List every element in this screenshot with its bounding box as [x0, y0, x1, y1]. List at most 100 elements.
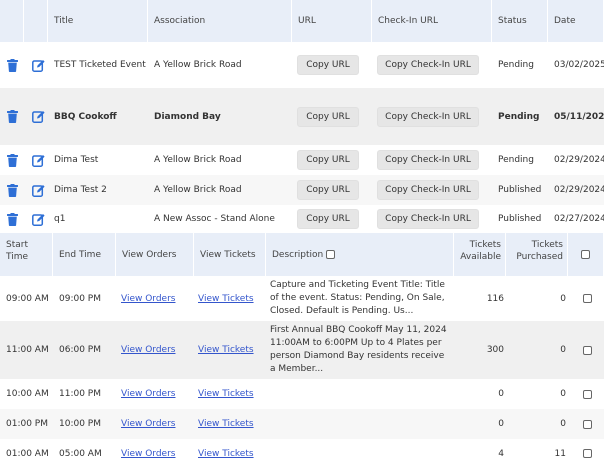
edit-cell [31, 205, 45, 233]
tickets-available: 4 [498, 448, 504, 459]
copy-url-button[interactable]: Copy URL [297, 106, 359, 127]
row-select-checkbox[interactable] [582, 294, 592, 303]
copy-checkin-url-button[interactable]: Copy Check-In URL [377, 106, 479, 127]
header-tickets-purchased[interactable]: Tickets Purchased [506, 233, 568, 276]
header-end-time[interactable]: End Time [53, 233, 116, 276]
tickets-purchased: 0 [560, 345, 566, 355]
tickets-available: 300 [486, 345, 504, 355]
event-row: Dima Test A Yellow Brick Road Copy URL Copy… [0, 145, 604, 175]
tickets-available: 116 [486, 293, 504, 304]
delete-cell [5, 205, 19, 233]
view-orders-link[interactable]: View Orders [121, 345, 175, 355]
row-select-checkbox[interactable] [582, 389, 592, 399]
tickets-purchased: 0 [560, 389, 566, 399]
copy-checkin-url-button[interactable]: Copy Check-In URL [377, 150, 479, 170]
edit-icon[interactable] [31, 212, 45, 226]
event-description: First Annual BBQ Cookoff May 11, 2024 11… [270, 325, 447, 374]
copy-url-button[interactable]: Copy URL [297, 209, 359, 229]
description-checkbox[interactable] [326, 250, 336, 259]
event-title: q1 [54, 214, 66, 224]
row-select-checkbox[interactable] [582, 345, 592, 355]
header-title[interactable]: Title [48, 0, 148, 42]
header-start-time[interactable]: Start Time [0, 233, 53, 276]
edit-cell [31, 42, 45, 88]
event-title: Dima Test 2 [54, 185, 107, 195]
select-all-checkbox[interactable] [581, 250, 590, 259]
header-start-time-line2: Time [6, 252, 29, 262]
view-tickets-link[interactable]: View Tickets [198, 345, 254, 355]
detail-row: 10:00 AM 11:00 PM View Orders View Tickets 0… [0, 379, 604, 409]
row-select-checkbox[interactable] [582, 419, 592, 429]
event-date: 05/11/2024 [554, 111, 604, 122]
edit-icon[interactable] [31, 58, 45, 72]
header-tickets-available[interactable]: Tickets Available [454, 233, 506, 276]
copy-checkin-url-button[interactable]: Copy Check-In URL [377, 55, 479, 75]
end-time: 11:00 PM [59, 389, 101, 399]
view-tickets-link[interactable]: View Tickets [198, 294, 254, 304]
event-status: Pending [498, 111, 540, 122]
end-time: 06:00 PM [59, 345, 101, 355]
tickets-purchased: 11 [554, 448, 566, 459]
tickets-purchased: 0 [560, 293, 566, 304]
detail-row: 11:00 AM 06:00 PM View Orders View Tickets F… [0, 321, 604, 379]
edit-icon[interactable] [31, 110, 45, 124]
header-checkin-url: Check-In URL [372, 0, 492, 42]
copy-checkin-url-button[interactable]: Copy Check-In URL [377, 209, 479, 229]
start-time: 11:00 AM [6, 345, 49, 355]
view-tickets-link[interactable]: View Tickets [198, 419, 254, 429]
tickets-purchased: 0 [560, 419, 566, 429]
header-tickets-available-line2: Available [460, 252, 501, 262]
header-url: URL [292, 0, 372, 42]
header-description: Description [266, 233, 454, 276]
event-status: Published [498, 214, 542, 224]
view-orders-link[interactable]: View Orders [121, 449, 175, 459]
event-date: 02/29/2024 [554, 185, 604, 195]
edit-cell [31, 145, 45, 175]
header-view-orders: View Orders [116, 233, 194, 276]
view-orders-link[interactable]: View Orders [121, 389, 175, 399]
event-title: Dima Test [54, 155, 99, 165]
header-start-time-line1: Start [6, 240, 28, 250]
row-select-checkbox[interactable] [582, 449, 592, 458]
detail-row: 01:00 AM 05:00 AM View Orders View Tickets 4… [0, 439, 604, 468]
tickets-available: 0 [498, 419, 504, 429]
event-row: TEST Ticketed Event A Yellow Brick Road Co… [0, 42, 604, 88]
event-row: q1 A New Assoc - Stand Alone Copy URL Copy … [0, 205, 604, 233]
copy-url-button[interactable]: Copy URL [297, 150, 359, 170]
events-header-row: Title Association URL Check-In URL Statu… [0, 0, 604, 42]
event-status: Published [498, 185, 542, 195]
detail-row: 01:00 PM 10:00 PM View Orders View Tickets 0… [0, 409, 604, 439]
copy-checkin-url-button[interactable]: Copy Check-In URL [377, 180, 479, 200]
events-table: Title Association URL Check-In URL Statu… [0, 0, 604, 233]
view-orders-link[interactable]: View Orders [121, 294, 175, 304]
view-tickets-link[interactable]: View Tickets [198, 389, 254, 399]
start-time: 01:00 AM [6, 448, 49, 459]
header-delete-col [0, 0, 24, 42]
header-association[interactable]: Association [148, 0, 292, 42]
view-tickets-link[interactable]: View Tickets [198, 449, 254, 459]
event-date: 03/02/2025 [554, 60, 604, 70]
copy-url-button[interactable]: Copy URL [297, 55, 359, 75]
trash-icon[interactable] [5, 212, 19, 226]
end-time: 09:00 PM [59, 293, 101, 304]
edit-icon[interactable] [31, 153, 45, 167]
edit-cell [31, 88, 45, 145]
event-date: 02/29/2024 [554, 155, 604, 165]
copy-url-button[interactable]: Copy URL [297, 180, 359, 200]
view-orders-link[interactable]: View Orders [121, 419, 175, 429]
event-association: A Yellow Brick Road [154, 155, 242, 165]
header-tickets-available-line1: Tickets [469, 240, 501, 250]
trash-icon[interactable] [5, 58, 19, 72]
trash-icon[interactable] [5, 110, 19, 124]
end-time: 10:00 PM [59, 419, 101, 429]
header-tickets-purchased-line1: Tickets [531, 240, 563, 250]
header-date[interactable]: Date [548, 0, 604, 42]
header-edit-col [24, 0, 48, 42]
event-status: Pending [498, 60, 534, 70]
edit-icon[interactable] [31, 183, 45, 197]
trash-icon[interactable] [5, 153, 19, 167]
header-status[interactable]: Status [492, 0, 548, 42]
delete-cell [5, 88, 19, 145]
trash-icon[interactable] [5, 183, 19, 197]
event-description: Capture and Ticketing Event Title: Title… [270, 280, 445, 316]
